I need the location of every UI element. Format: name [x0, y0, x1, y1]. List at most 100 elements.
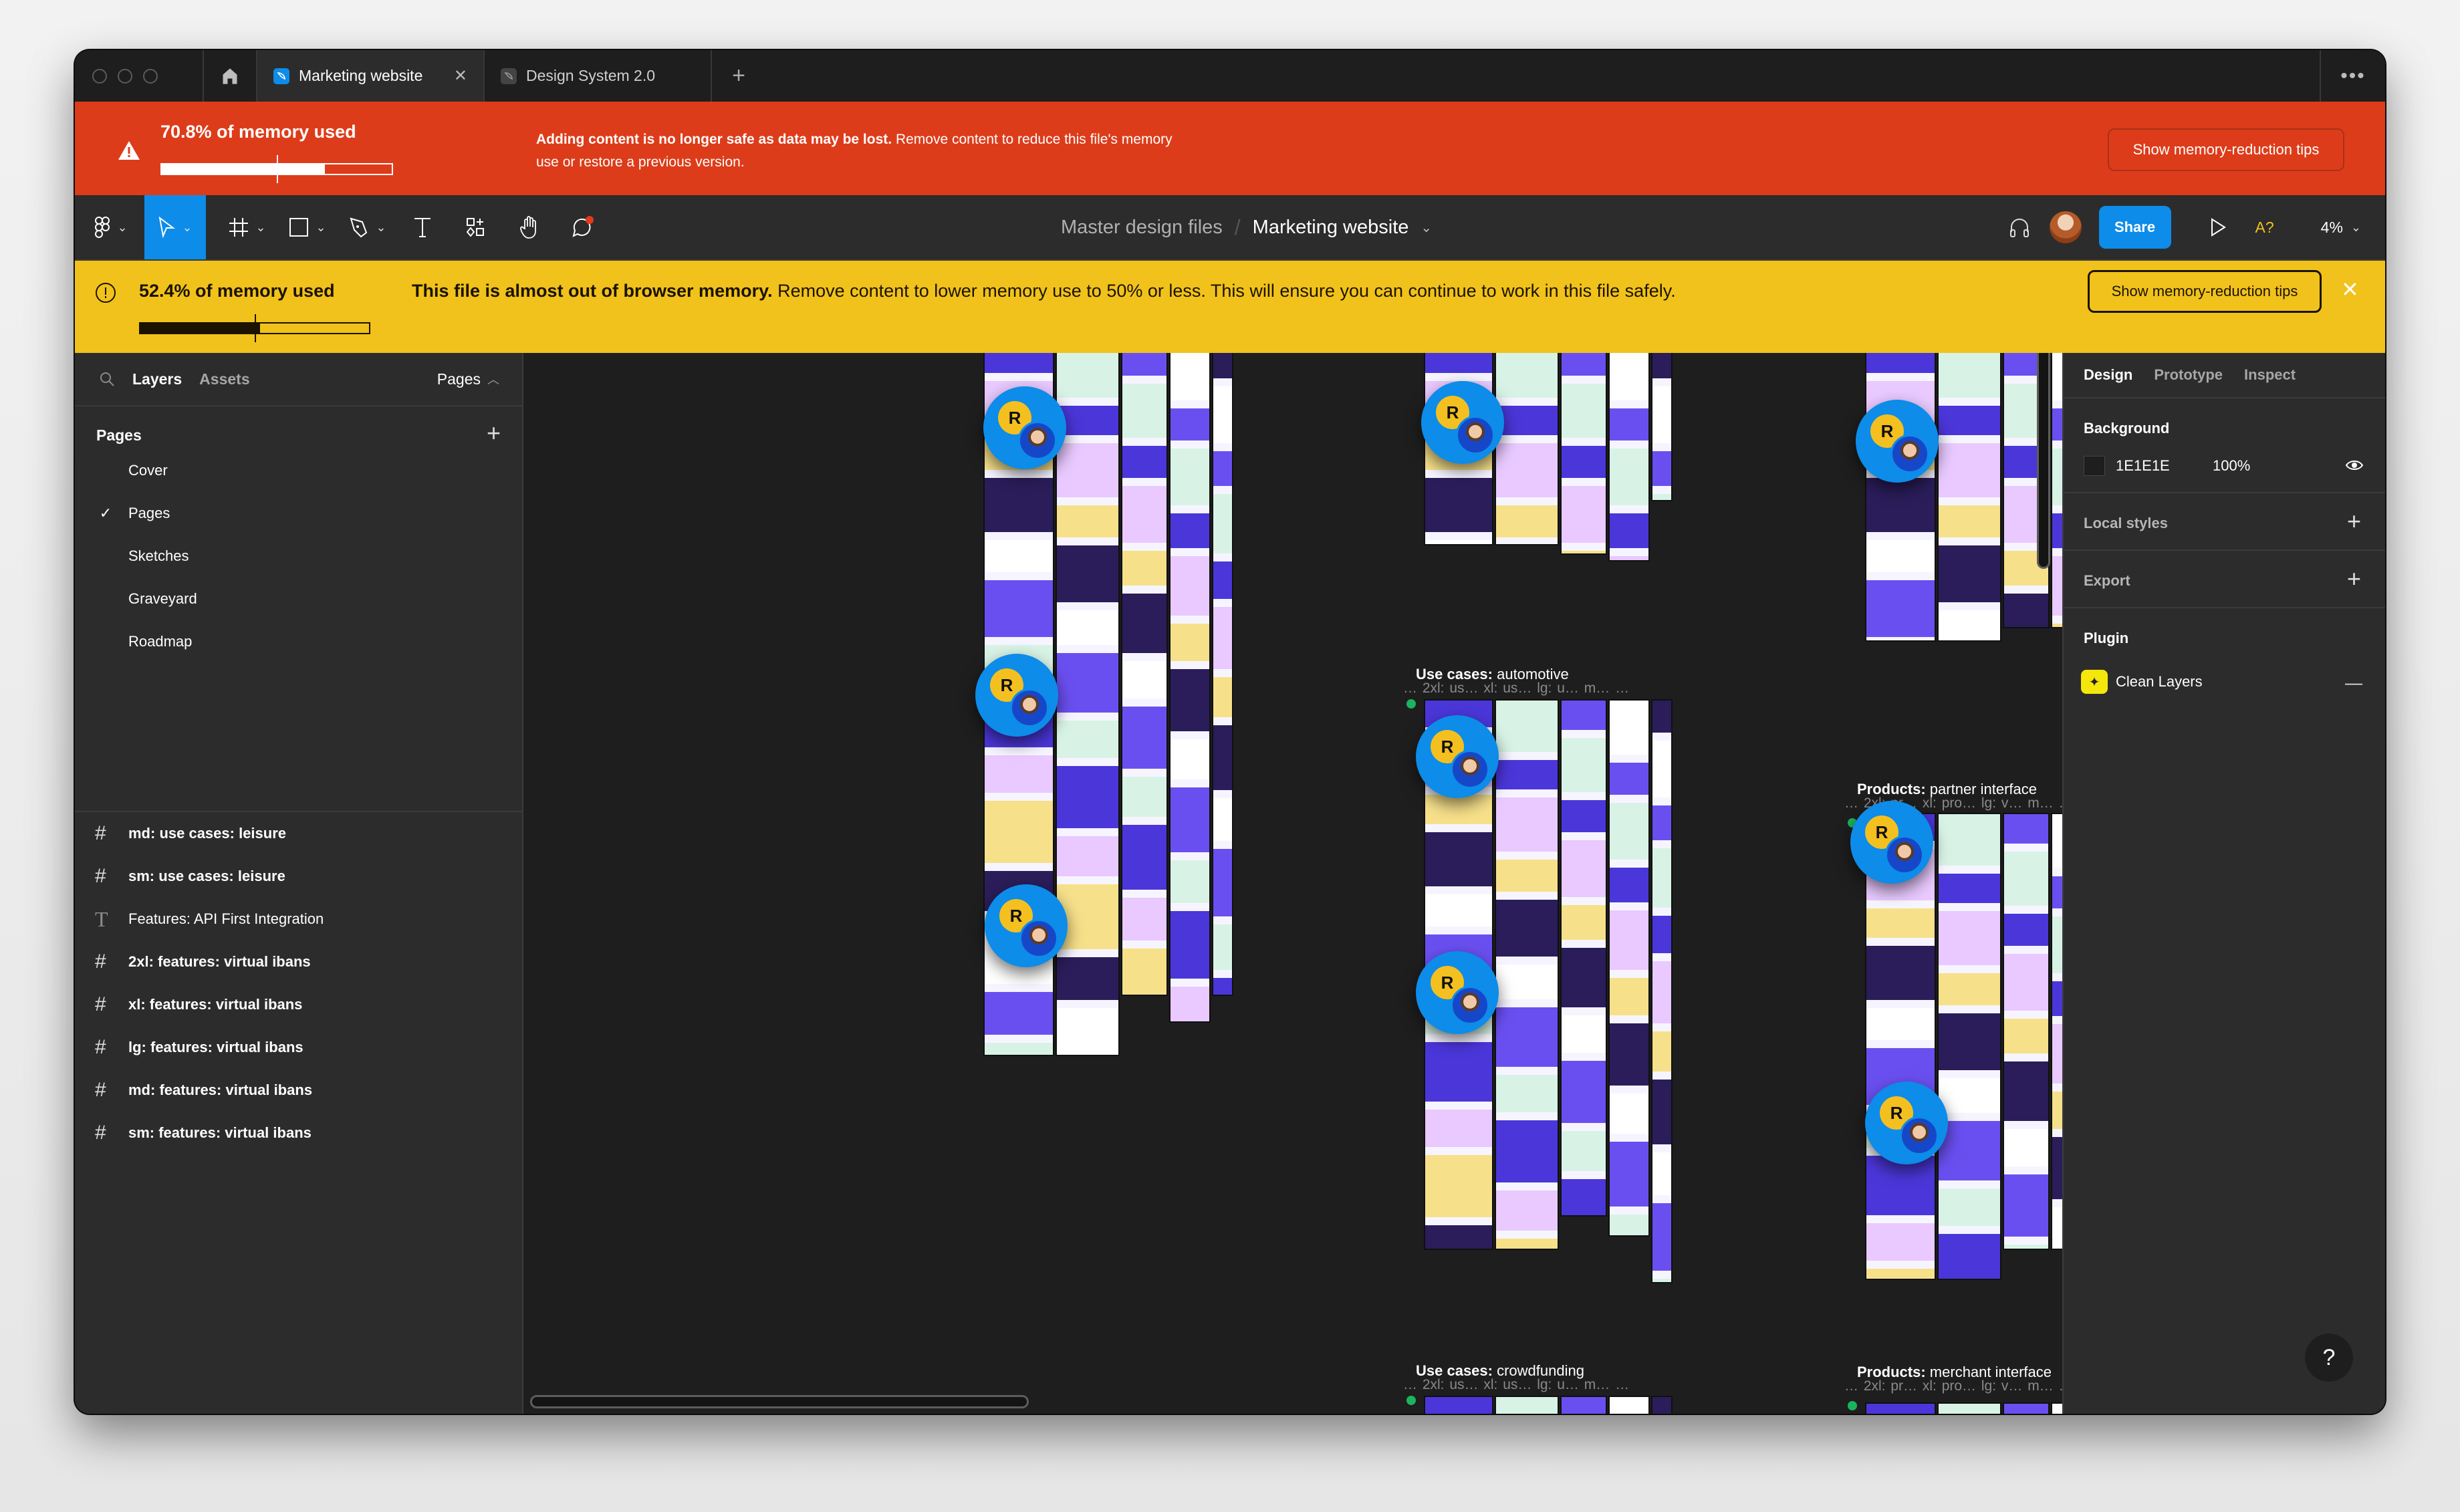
page-item-pages[interactable]: ✓ Pages: [75, 492, 522, 535]
frame-thumbnail[interactable]: [1496, 1397, 1558, 1414]
dismiss-banner-icon[interactable]: ✕: [2341, 277, 2359, 302]
frame-thumbnail[interactable]: [2052, 814, 2062, 1249]
frame-thumbnail[interactable]: [1939, 353, 2000, 640]
frame-thumbnail[interactable]: [1939, 814, 2000, 1279]
collaborator-cursor-avatar[interactable]: R: [1856, 400, 1939, 483]
page-item-cover[interactable]: Cover: [75, 449, 522, 492]
resources-button[interactable]: [456, 195, 496, 259]
vertical-scrollbar[interactable]: [2037, 353, 2050, 569]
tab-assets[interactable]: Assets: [199, 370, 249, 388]
layer-item[interactable]: # sm: features: virtual ibans: [75, 1112, 522, 1154]
accessibility-check-button[interactable]: A?: [2255, 219, 2274, 237]
frame-thumbnail[interactable]: [1057, 353, 1118, 1055]
more-options-button[interactable]: •••: [2320, 50, 2385, 102]
new-tab-button[interactable]: +: [712, 50, 765, 102]
collaborator-cursor-avatar[interactable]: R: [975, 654, 1058, 737]
layer-item[interactable]: # xl: features: virtual ibans: [75, 983, 522, 1026]
frame-thumbnail[interactable]: [1496, 701, 1558, 1249]
layer-item[interactable]: # lg: features: virtual ibans: [75, 1026, 522, 1069]
collaborator-cursor-avatar[interactable]: R: [983, 386, 1066, 469]
frame-thumbnail[interactable]: [1213, 353, 1232, 995]
chevron-down-icon[interactable]: ⌄: [1421, 219, 1432, 236]
frame-thumbnail[interactable]: [1562, 1397, 1606, 1414]
maximize-window-button[interactable]: [143, 68, 158, 84]
collaborator-cursor-avatar[interactable]: R: [1421, 381, 1504, 464]
collaborator-cursor-avatar[interactable]: R: [1850, 801, 1933, 884]
close-window-button[interactable]: [92, 68, 107, 84]
frame-thumbnail[interactable]: [1652, 701, 1671, 1282]
frame-thumbnail[interactable]: [2052, 1404, 2062, 1414]
tab-design-system[interactable]: Design System 2.0: [485, 50, 712, 102]
user-avatar[interactable]: [2049, 211, 2082, 243]
frame-thumbnail[interactable]: [1562, 701, 1606, 1215]
comment-tool-button[interactable]: [563, 195, 603, 259]
background-color-swatch[interactable]: [2084, 456, 2105, 476]
tab-layers[interactable]: Layers: [132, 370, 182, 388]
main-menu-button[interactable]: ⌄: [84, 195, 138, 259]
headphones-icon[interactable]: [2008, 216, 2031, 239]
frame-tool-button[interactable]: ⌄: [221, 195, 274, 259]
layer-item[interactable]: # sm: use cases: leisure: [75, 855, 522, 898]
layer-item[interactable]: # md: use cases: leisure: [75, 812, 522, 855]
minimize-window-button[interactable]: [118, 68, 132, 84]
collaborator-cursor-avatar[interactable]: R: [985, 884, 1068, 967]
frame-thumbnail[interactable]: [2004, 1404, 2048, 1414]
background-hex-input[interactable]: 1E1E1E: [2116, 457, 2170, 475]
frame-thumbnail[interactable]: [2052, 353, 2062, 627]
frame-thumbnail[interactable]: [1866, 353, 1935, 640]
horizontal-scrollbar[interactable]: [530, 1395, 1029, 1408]
move-tool-button[interactable]: ⌄: [144, 195, 206, 259]
frame-thumbnail[interactable]: [1939, 1404, 2000, 1414]
design-canvas[interactable]: Use cases: automotive … 2xl: us… xl: us……: [523, 353, 2062, 1414]
frame-thumbnail[interactable]: [1610, 1397, 1648, 1414]
frame-thumbnail[interactable]: [1652, 1397, 1671, 1414]
breadcrumb-project[interactable]: Master design files: [1061, 217, 1223, 239]
layer-item[interactable]: #2xl: features: virtual ibans: [75, 940, 522, 983]
tab-marketing-website[interactable]: Marketing website ✕: [257, 50, 485, 102]
collaborator-cursor-avatar[interactable]: R: [1416, 715, 1499, 798]
pages-toggle[interactable]: Pages ︿: [437, 370, 499, 388]
frame-thumbnail[interactable]: [1866, 814, 1935, 1279]
collaborator-cursor-avatar[interactable]: R: [1865, 1082, 1948, 1164]
shape-tool-button[interactable]: ⌄: [281, 195, 334, 259]
collaborator-cursor-avatar[interactable]: R: [1416, 951, 1499, 1034]
frame-thumbnail[interactable]: [1652, 353, 1671, 500]
text-tool-button[interactable]: [402, 195, 443, 259]
frame-thumbnail[interactable]: [1171, 353, 1209, 1021]
share-button[interactable]: Share: [2098, 206, 2171, 249]
breadcrumb-file-name[interactable]: Marketing website: [1253, 217, 1409, 239]
add-local-style-button[interactable]: +: [2347, 509, 2361, 533]
help-button[interactable]: ?: [2305, 1334, 2353, 1382]
page-item-sketches[interactable]: Sketches: [75, 535, 522, 578]
frame-thumbnail[interactable]: [1610, 353, 1648, 560]
layer-item[interactable]: # md: features: virtual ibans: [75, 1069, 522, 1112]
page-item-roadmap[interactable]: Roadmap: [75, 620, 522, 663]
frame-thumbnail[interactable]: [1610, 701, 1648, 1235]
close-tab-icon[interactable]: ✕: [454, 66, 467, 86]
frame-thumbnail[interactable]: [1866, 1404, 1935, 1414]
plugin-clean-layers[interactable]: ✦ Clean Layers: [2081, 670, 2203, 694]
frame-thumbnail[interactable]: [2004, 814, 2048, 1249]
background-opacity-input[interactable]: 100%: [2213, 457, 2250, 475]
frame-thumbnail[interactable]: [1562, 353, 1606, 553]
tab-inspect[interactable]: Inspect: [2244, 366, 2296, 384]
hand-tool-button[interactable]: [509, 195, 549, 259]
show-memory-tips-button[interactable]: Show memory-reduction tips: [2088, 270, 2322, 313]
add-export-button[interactable]: +: [2347, 567, 2361, 591]
search-icon[interactable]: [99, 371, 115, 387]
home-button[interactable]: [204, 50, 257, 102]
show-memory-tips-button[interactable]: Show memory-reduction tips: [2108, 128, 2344, 171]
add-page-button[interactable]: +: [487, 421, 501, 445]
pen-tool-button[interactable]: ⌄: [341, 195, 394, 259]
zoom-level-dropdown[interactable]: 4% ⌄: [2321, 219, 2361, 237]
frame-thumbnail[interactable]: [1122, 353, 1166, 995]
frame-thumbnail[interactable]: [1425, 1397, 1492, 1414]
present-play-icon[interactable]: [2210, 218, 2226, 237]
visibility-eye-icon[interactable]: [2345, 459, 2364, 472]
layer-item[interactable]: T Features: API First Integration: [75, 898, 522, 940]
frame-thumbnail[interactable]: [1496, 353, 1558, 544]
page-item-graveyard[interactable]: Graveyard: [75, 578, 522, 620]
tab-prototype[interactable]: Prototype: [2154, 366, 2223, 384]
remove-plugin-button[interactable]: —: [2345, 672, 2362, 693]
tab-design[interactable]: Design: [2084, 366, 2132, 384]
